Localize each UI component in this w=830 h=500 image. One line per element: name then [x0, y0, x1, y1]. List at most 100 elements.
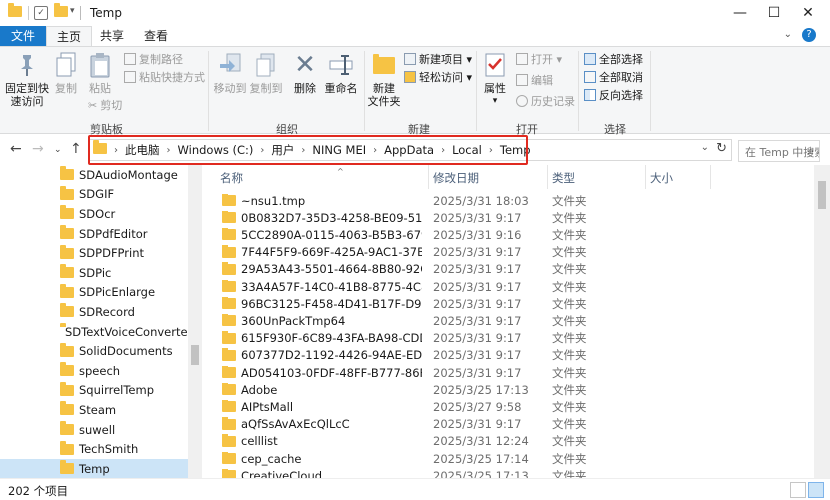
cut-button[interactable]: ✂ 剪切 [88, 99, 122, 113]
file-row[interactable]: 5CC2890A-0115-4063-B5B3-679EAE3... 2025/3… [202, 226, 812, 243]
history-button[interactable]: 历史记录 [516, 95, 575, 109]
file-row[interactable]: Adobe 2025/3/25 17:13 文件夹 [202, 381, 812, 398]
properties-button[interactable]: 属性 ▾ [480, 51, 510, 108]
file-name-label: 360UnPackTmp64 [241, 313, 346, 328]
sidebar-item[interactable]: TechSmith [0, 439, 188, 459]
file-row[interactable]: CreativeCloud 2025/3/25 17:13 文件夹 [202, 467, 812, 478]
properties-quick-icon[interactable]: ✓ [34, 6, 48, 20]
folder-icon [222, 399, 236, 413]
sidebar-item[interactable]: SDRecord [0, 302, 188, 322]
file-name-label: 96BC3125-F458-4D41-B17F-D940DE1... [241, 296, 422, 311]
sidebar-scrollbar[interactable] [188, 165, 202, 478]
close-button[interactable]: ✕ [790, 0, 826, 26]
sidebar-item[interactable]: SDAudioMontage [0, 165, 188, 185]
quick-access-dropdown-icon[interactable]: ▾ [70, 6, 84, 20]
tab-file[interactable]: 文件 [0, 26, 46, 46]
details-view-icon[interactable] [790, 482, 806, 498]
file-row[interactable]: ~nsu1.tmp 2025/3/31 18:03 文件夹 [202, 192, 812, 209]
refresh-icon[interactable]: ↻ [716, 141, 727, 156]
help-icon[interactable]: ? [802, 28, 816, 42]
copy-button[interactable]: 复制 [52, 51, 80, 95]
edit-button[interactable]: 编辑 [516, 74, 553, 88]
file-row[interactable]: 7F44F5F9-669F-425A-9AC1-37BBA8FE... 2025/… [202, 244, 812, 261]
sidebar-item[interactable]: SDPdfEditor [0, 224, 188, 244]
large-icons-view-icon[interactable] [808, 482, 824, 498]
sidebar-scrollbar-thumb[interactable] [191, 345, 199, 365]
maximize-button[interactable]: ☐ [756, 0, 792, 26]
sidebar-item[interactable]: SDGIF [0, 185, 188, 205]
forward-arrow-icon[interactable]: → [32, 141, 44, 157]
paste-shortcut-button[interactable]: 粘贴快捷方式 [124, 71, 205, 85]
file-name: aQfSsAvAxEcQlLcC [222, 417, 422, 431]
recent-locations-chevron-icon[interactable]: ⌄ [54, 145, 62, 155]
chevron-down-icon[interactable]: ⌄ [784, 29, 792, 40]
delete-button[interactable]: ✕ 删除 [290, 51, 320, 96]
easy-access-button[interactable]: 轻松访问 ▾ [404, 71, 472, 85]
tab-home[interactable]: 主页 [46, 26, 92, 46]
file-row[interactable]: cep_cache 2025/3/25 17:14 文件夹 [202, 450, 812, 467]
search-input[interactable]: 在 Temp 中搜索 ⌕ [738, 140, 820, 162]
column-header-type[interactable]: 类型 [552, 170, 575, 186]
file-row[interactable]: 29A53A43-5501-4664-8B80-92CEA65... 2025/3… [202, 261, 812, 278]
copy-to-button[interactable]: 复制到 [248, 51, 284, 95]
file-row[interactable]: 0B0832D7-35D3-4258-BE09-51A9728... 2025/3… [202, 209, 812, 226]
pin-to-quick-access-button[interactable]: 固定到快 速访问 [4, 51, 50, 108]
file-row[interactable]: 96BC3125-F458-4D41-B17F-D940DE1... 2025/3… [202, 295, 812, 312]
address-dropdown-icon[interactable]: ⌄ [701, 142, 709, 153]
file-row[interactable]: 33A4A57F-14C0-41B8-8775-4C8B5DC... 2025/3… [202, 278, 812, 295]
sidebar-item-temp[interactable]: Temp [0, 459, 188, 478]
properties-dropdown-icon[interactable]: ▾ [480, 95, 510, 108]
file-row[interactable]: 607377D2-1192-4426-94AE-ED266A9... 2025/3… [202, 347, 812, 364]
sidebar-item[interactable]: Steam [0, 400, 188, 420]
file-list-scrollbar[interactable] [814, 165, 830, 478]
file-row[interactable]: AD054103-0FDF-48FF-B777-86F79EA... 2025/3… [202, 364, 812, 381]
folder-icon [222, 313, 236, 327]
sidebar-item[interactable]: SDPic [0, 263, 188, 283]
tab-share[interactable]: 共享 [92, 26, 132, 46]
paste-button[interactable]: 粘贴 [84, 51, 116, 95]
column-header-date[interactable]: 修改日期 [433, 170, 479, 186]
new-folder-button[interactable]: 新建 文件夹 [366, 51, 402, 108]
divider[interactable] [710, 165, 711, 189]
file-type: 文件夹 [552, 417, 587, 432]
title-bar: ✓ ▾ Temp — ☐ ✕ [0, 0, 830, 26]
divider[interactable] [547, 165, 548, 189]
back-arrow-icon[interactable]: ← [10, 141, 22, 157]
move-to-button[interactable]: 移动到 [212, 51, 248, 95]
file-row[interactable]: celllist 2025/3/31 12:24 文件夹 [202, 433, 812, 450]
select-none-button[interactable]: 全部取消 [584, 71, 643, 85]
sidebar-item[interactable]: SDTextVoiceConverter [0, 322, 192, 342]
select-all-button[interactable]: 全部选择 [584, 53, 643, 67]
column-header-size[interactable]: 大小 [650, 170, 673, 186]
file-list-scrollbar-thumb[interactable] [818, 181, 826, 209]
column-header-name[interactable]: 名称 ^ [220, 167, 344, 186]
sidebar-item[interactable]: SDOcr [0, 204, 188, 224]
divider[interactable] [645, 165, 646, 189]
minimize-button[interactable]: — [722, 0, 758, 26]
divider[interactable] [428, 165, 429, 189]
file-row[interactable]: aQfSsAvAxEcQlLcC 2025/3/31 9:17 文件夹 [202, 416, 812, 433]
sidebar-item[interactable]: suwell [0, 420, 188, 440]
file-name-label: CreativeCloud [241, 468, 323, 478]
rename-button[interactable]: 重命名 [322, 51, 360, 95]
copy-path-button[interactable]: 复制路径 [124, 53, 183, 67]
sidebar-item[interactable]: SDPicEnlarge [0, 283, 188, 303]
sidebar-item[interactable]: speech [0, 361, 188, 381]
sidebar-item[interactable]: SolidDocuments [0, 341, 188, 361]
sidebar-item-label: SDPic [79, 265, 112, 280]
file-row[interactable]: 360UnPackTmp64 2025/3/31 9:17 文件夹 [202, 312, 812, 329]
sidebar-item[interactable]: SDPDFPrint [0, 243, 188, 263]
new-folder-quick-icon[interactable] [54, 3, 68, 20]
sidebar-item[interactable]: SquirrelTemp [0, 381, 188, 401]
new-item-button[interactable]: 新建项目 ▾ [404, 53, 472, 67]
invert-selection-button[interactable]: 反向选择 [584, 89, 643, 103]
divider [578, 51, 579, 131]
file-row[interactable]: AIPtsMall 2025/3/27 9:58 文件夹 [202, 398, 812, 415]
file-row[interactable]: 615F930F-6C89-43FA-BA98-CDD4D46... 2025/3… [202, 330, 812, 347]
open-button[interactable]: 打开 ▾ [516, 53, 562, 67]
paste-shortcut-icon [124, 71, 136, 83]
file-type: 文件夹 [552, 193, 587, 208]
up-arrow-icon[interactable]: ↑ [70, 141, 82, 157]
select-none-icon [584, 71, 596, 83]
tab-view[interactable]: 查看 [136, 26, 176, 46]
